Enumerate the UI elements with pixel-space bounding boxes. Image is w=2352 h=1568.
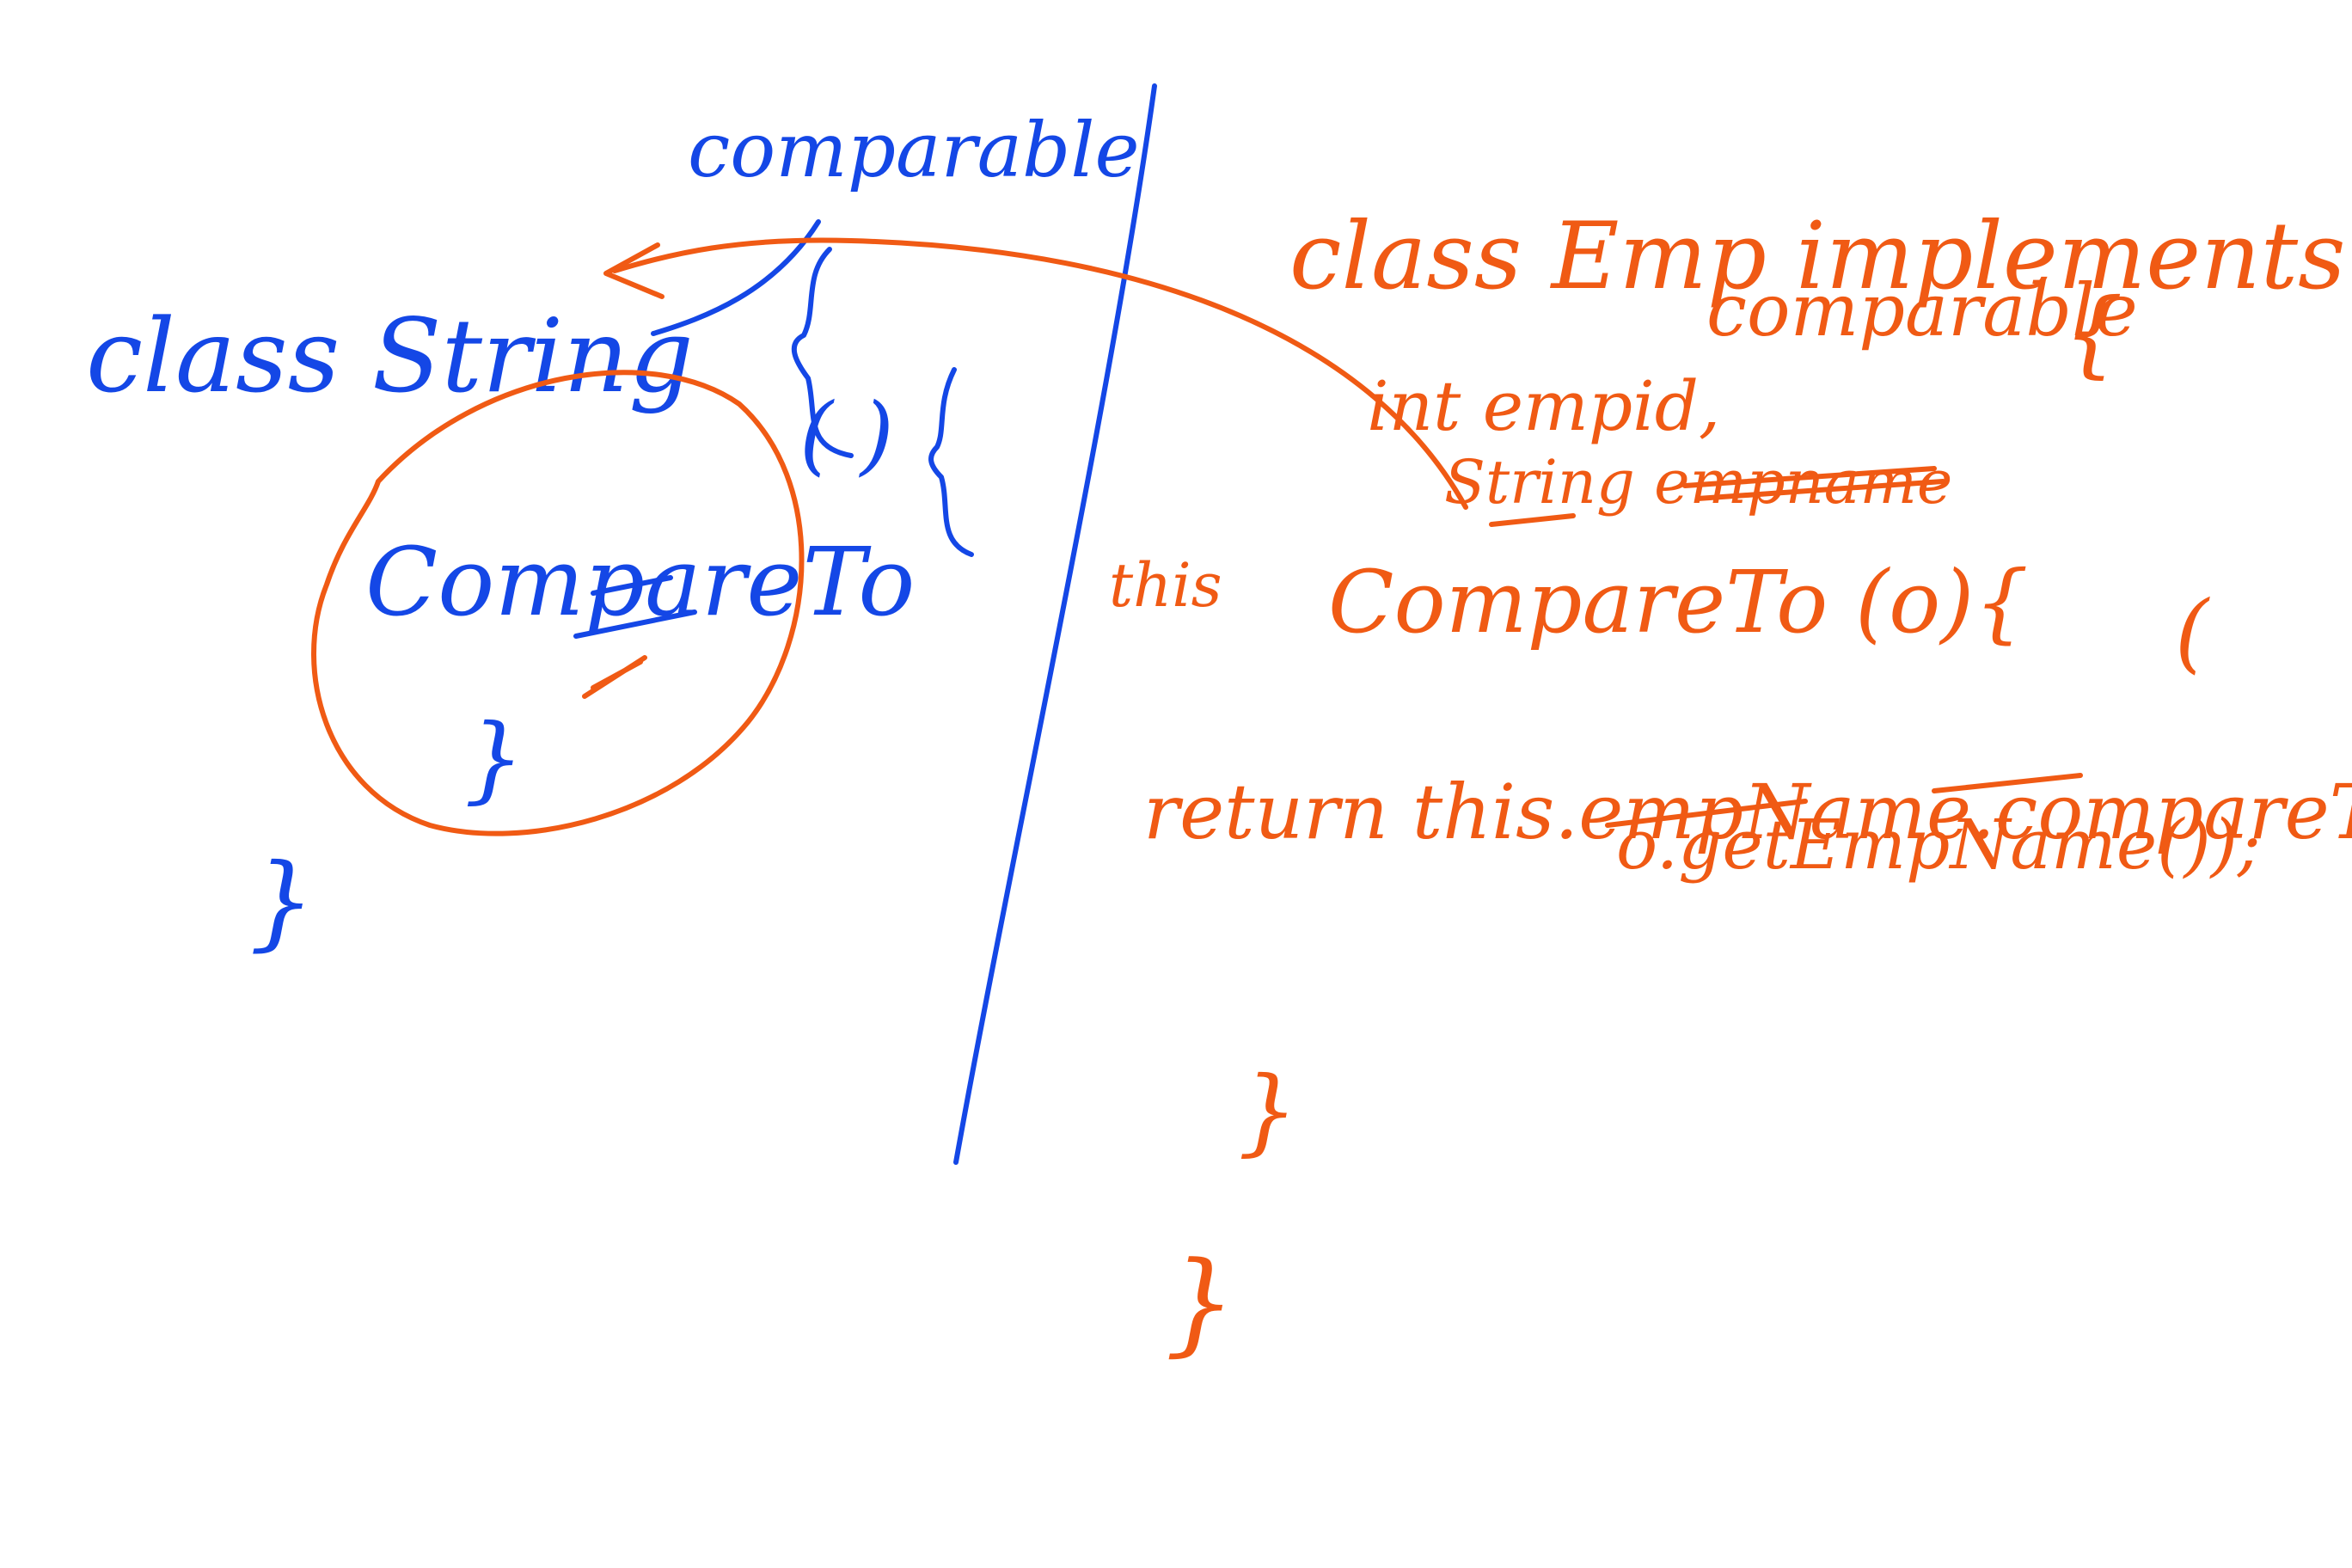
link-arrowhead <box>603 242 665 299</box>
emp-compareto-signature: CompareTo (o){ <box>1328 552 2029 652</box>
emp-class-open-brace: { <box>2063 278 2123 388</box>
return-line-2: o.getEmpName()); <box>1616 805 2261 885</box>
class-close-brace: } <box>249 842 315 962</box>
method-close-brace: } <box>464 703 524 813</box>
signature-paren: ( <box>2175 582 2210 683</box>
interface-label: comparable <box>688 106 1140 194</box>
this-note: this <box>1109 550 1222 621</box>
emp-class-close-brace: } <box>1165 1237 1236 1368</box>
method-parens: ( ) <box>799 384 894 485</box>
class-string-label: class String <box>86 297 694 415</box>
divider-line <box>953 83 1157 1165</box>
whiteboard-canvas: comparable class String CompareTo ( ) } … <box>86 83 2352 1368</box>
field-empid: int empid, <box>1367 366 1720 446</box>
scribble-mark <box>582 655 647 699</box>
emp-method-close-brace: } <box>1238 1056 1298 1166</box>
method-brace-open <box>928 367 974 557</box>
